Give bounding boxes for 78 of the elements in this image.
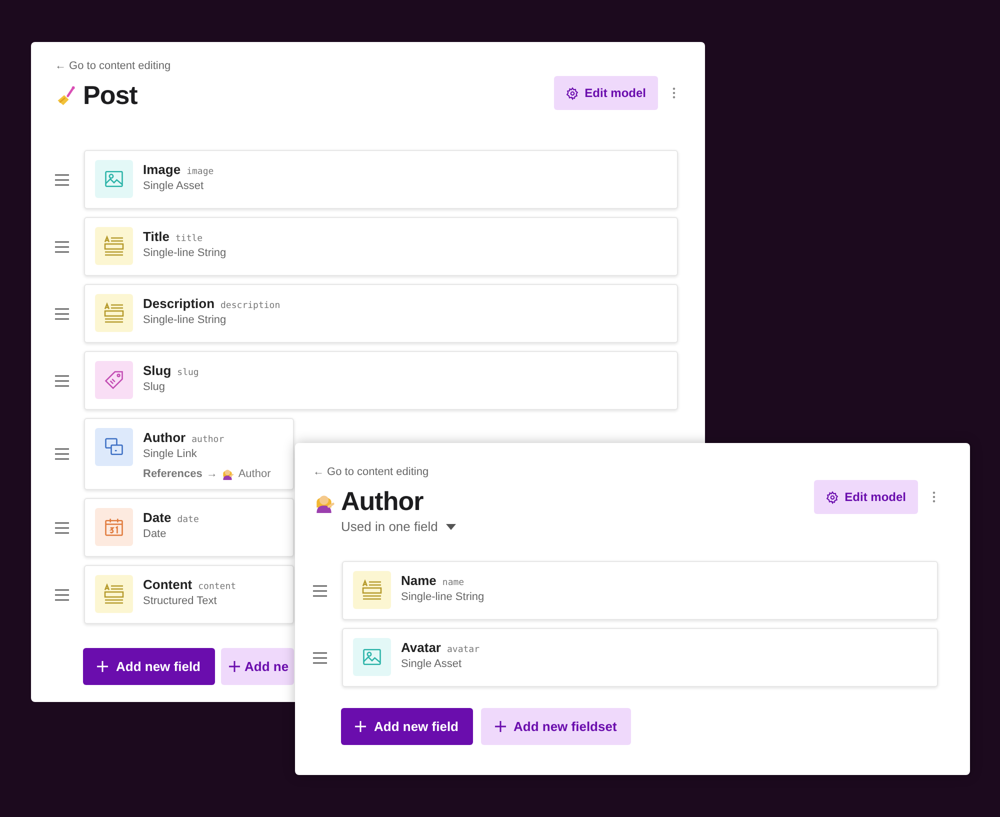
field-card[interactable]: Image image Single Asset (84, 150, 678, 209)
field-card[interactable]: Description description Single-line String (84, 284, 678, 343)
references-label: References (143, 468, 202, 480)
plus-icon (494, 721, 506, 732)
field-type: Single Asset (401, 658, 463, 670)
overlapping-windows-icon (95, 428, 133, 466)
field-api-key: author (192, 435, 224, 445)
model-title: Post (83, 80, 138, 111)
drag-handle-icon[interactable] (313, 652, 327, 664)
more-options-icon[interactable] (930, 489, 938, 505)
text-lines-icon (95, 294, 133, 332)
field-api-key: avatar (446, 645, 480, 655)
tag-icon (95, 361, 133, 399)
edit-model-button[interactable]: Edit model (814, 480, 918, 514)
back-link[interactable]: ← Go to content editing (313, 466, 429, 478)
drag-handle-icon[interactable] (55, 448, 69, 460)
field-name: Name (401, 573, 436, 588)
field-type: Slug (143, 381, 166, 393)
more-options-icon[interactable] (670, 85, 678, 101)
field-name: Content (143, 577, 192, 592)
field-name: Title (143, 229, 170, 244)
field-card[interactable]: Date date Date (84, 498, 294, 557)
add-field-button[interactable]: Add new field (341, 708, 472, 745)
field-name: Image (143, 162, 181, 177)
usage-dropdown[interactable]: Used in one field (341, 519, 456, 534)
text-lines-icon (95, 227, 133, 265)
field-card[interactable]: Author author Single Link References → Author (84, 418, 294, 490)
field-type: Date (143, 528, 168, 540)
settings-icon (826, 490, 839, 504)
text-lines-icon (95, 575, 133, 613)
drag-handle-icon[interactable] (55, 240, 69, 252)
field-card[interactable]: Title title Single-line String (84, 217, 678, 276)
field-card[interactable]: Content content Structured Text (84, 565, 294, 624)
field-name: Description (143, 296, 215, 311)
field-type: Single-line String (401, 591, 484, 603)
field-name: Slug (143, 363, 172, 378)
drag-handle-icon[interactable] (55, 174, 69, 186)
field-card[interactable]: Avatar avatar Single Asset (342, 628, 938, 687)
field-name: Date (143, 510, 172, 525)
field-api-key: name (442, 578, 464, 588)
plus-icon (355, 721, 366, 732)
picture-frame-icon (95, 160, 133, 198)
plus-icon (228, 661, 240, 672)
field-name: Author (143, 430, 186, 445)
model-title: Author (341, 486, 424, 517)
field-api-key: slug (177, 368, 199, 378)
settings-icon (566, 86, 579, 100)
text-lines-icon (353, 571, 391, 609)
picture-frame-icon (353, 638, 391, 676)
drag-handle-icon[interactable] (55, 522, 69, 534)
model-link[interactable]: Author (238, 468, 271, 480)
field-card[interactable]: Name name Single-line String (342, 561, 938, 620)
arrow-text: → (206, 468, 218, 480)
field-type: Structured Text (143, 595, 218, 607)
field-api-key: title (176, 234, 203, 244)
add-fieldset-button[interactable]: Add new fieldset (480, 708, 631, 745)
field-type: Single Asset (143, 180, 205, 192)
field-type: Single-line String (143, 247, 226, 259)
back-link[interactable]: ← Go to content editing (55, 60, 171, 72)
calendar-icon (95, 508, 133, 546)
add-fieldset-button[interactable]: Add ne (220, 648, 294, 685)
drag-handle-icon[interactable] (55, 374, 69, 386)
field-type: Single Link (143, 448, 198, 460)
field-type: Single-line String (143, 314, 228, 326)
field-api-key: date (177, 515, 199, 525)
add-field-button[interactable]: Add new field (83, 648, 214, 685)
caret-icon (446, 524, 456, 530)
field-api-key: description (220, 301, 280, 311)
field-api-key: content (198, 582, 236, 592)
drag-handle-icon[interactable] (313, 584, 327, 596)
field-name: Avatar (401, 640, 441, 655)
person-icon (221, 467, 234, 480)
edit-model-button[interactable]: Edit model (554, 76, 658, 110)
drag-handle-icon[interactable] (55, 588, 69, 600)
field-api-key: image (186, 167, 214, 177)
drag-handle-icon[interactable] (55, 308, 69, 320)
field-card[interactable]: Slug slug Slug (84, 351, 678, 410)
plus-icon (97, 661, 108, 672)
